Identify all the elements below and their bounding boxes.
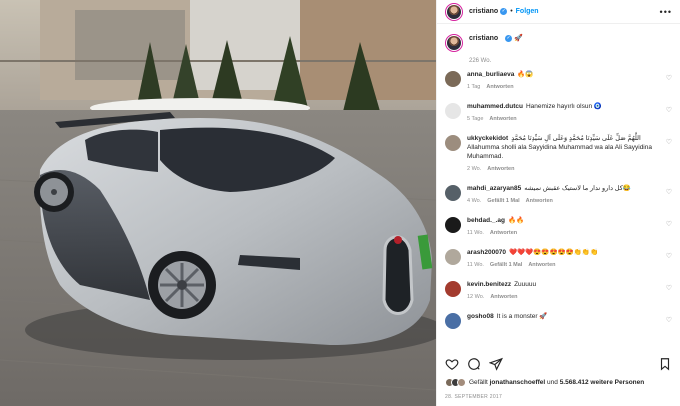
comment-username[interactable]: anna_burliaeva <box>467 71 514 78</box>
comment-like-icon[interactable]: ♡ <box>666 74 672 82</box>
comment-text: 🔥😱 <box>517 71 534 78</box>
reply-button[interactable]: Antworten <box>489 116 516 122</box>
comment-like-icon[interactable]: ♡ <box>666 138 672 146</box>
comment-username[interactable]: kevin.benitezz <box>467 281 511 288</box>
comment-item: behdad._.ag 🔥🔥 11 Wo. Antworten ♡ <box>445 216 672 238</box>
caption-body: cristiano ✓ 🚀 226 Wo. <box>469 34 523 66</box>
comment-avatar[interactable] <box>445 103 461 119</box>
comment-item: mahdi_azaryan85 کل دارو ندار ما لاستیک عق… <box>445 184 672 206</box>
comment-avatar[interactable] <box>445 185 461 201</box>
comment-text: 🔥🔥 <box>507 217 525 224</box>
comment-time: 11 Wo. <box>467 230 484 236</box>
reply-button[interactable]: Antworten <box>486 84 513 90</box>
comment-time: 12 Wo. <box>467 294 485 300</box>
more-horizontal-icon[interactable]: ••• <box>660 7 672 17</box>
comment-avatar[interactable] <box>445 281 461 297</box>
post-sidebar: cristiano ✓ • Folgen ••• cristiano ✓ 🚀 2… <box>436 0 680 406</box>
comment-username[interactable]: arash200070 <box>467 249 506 256</box>
comment-item: anna_burliaeva 🔥😱 1 Tag Antworten ♡ <box>445 70 672 92</box>
share-icon[interactable] <box>489 357 503 371</box>
profile-avatar[interactable] <box>445 2 463 21</box>
comment-avatar[interactable] <box>445 249 461 265</box>
comment-like-icon[interactable]: ♡ <box>666 316 672 324</box>
comment-likes-count[interactable]: Gefällt 1 Mal <box>487 198 519 204</box>
verified-badge-icon: ✓ <box>500 8 508 15</box>
comment-like-icon[interactable]: ♡ <box>666 106 672 114</box>
header-username[interactable]: cristiano <box>469 8 498 15</box>
comment-avatar[interactable] <box>445 217 461 233</box>
bugatti-car-image <box>0 0 436 406</box>
comment-time: 5 Tage <box>467 116 484 122</box>
comment-time: 11 Wo. <box>467 262 484 268</box>
liker-avatar[interactable] <box>457 378 466 387</box>
bookmark-icon[interactable] <box>658 357 672 371</box>
likes-user[interactable]: jonathanschoeffel <box>490 379 546 386</box>
post-photo[interactable] <box>0 0 436 406</box>
comment-like-icon[interactable]: ♡ <box>666 284 672 292</box>
heart-icon[interactable] <box>445 357 459 371</box>
comment-avatar[interactable] <box>445 71 461 87</box>
comment-item: gosho08 It is a monster 🚀 ♡ <box>445 312 672 329</box>
likes-prefix: Gefällt <box>469 379 490 386</box>
reply-button[interactable]: Antworten <box>490 294 517 300</box>
post-actions <box>445 356 672 372</box>
comment-avatar[interactable] <box>445 313 461 329</box>
comment-username[interactable]: gosho08 <box>467 313 494 320</box>
comment-avatar[interactable] <box>445 135 461 151</box>
comment-like-icon[interactable]: ♡ <box>666 188 672 196</box>
comments-list[interactable]: cristiano ✓ 🚀 226 Wo. anna_burliaeva 🔥😱 1… <box>437 28 680 350</box>
comment-text: It is a monster 🚀 <box>496 313 548 320</box>
comment-time: 2 Wo. <box>467 166 482 172</box>
likes-middle: und <box>545 379 560 386</box>
comment-text: ❤️❤️❤️😍😍😍😍😍👏👏👏 <box>509 249 599 256</box>
comment-time: 1 Tag <box>467 84 481 90</box>
caption-avatar[interactable] <box>445 34 463 52</box>
post-header: cristiano ✓ • Folgen ••• <box>437 0 680 24</box>
comment-item: ukkyckekidot اللَّهُمَّ صَلِّ عَلَى سَيِّ… <box>445 134 672 174</box>
comment-icon[interactable] <box>467 357 481 371</box>
reply-button[interactable]: Antworten <box>490 230 517 236</box>
comment-item: kevin.benitezz Zuuuuu 12 Wo. Antworten ♡ <box>445 280 672 302</box>
comment-like-icon[interactable]: ♡ <box>666 252 672 260</box>
reply-button[interactable]: Antworten <box>526 198 553 204</box>
likes-summary: Gefällt jonathanschoeffel und 5.568.412 … <box>445 378 672 387</box>
follow-button[interactable]: Folgen <box>516 8 539 15</box>
verified-badge-icon: ✓ <box>505 34 513 42</box>
comment-time: 4 Wo. <box>467 198 482 204</box>
comment-username[interactable]: ukkyckekidot <box>467 135 508 142</box>
reply-button[interactable]: Antworten <box>487 166 514 172</box>
caption-username[interactable]: cristiano <box>469 35 498 42</box>
comment-item: arash200070 ❤️❤️❤️😍😍😍😍😍👏👏👏 11 Wo. Gefällt … <box>445 248 672 270</box>
comment-username[interactable]: mahdi_azaryan85 <box>467 185 521 192</box>
comment-text: Hanemize hayırlı olsun 🧿 <box>525 103 602 110</box>
reply-button[interactable]: Antworten <box>528 262 555 268</box>
post-date[interactable]: 28. SEPTEMBER 2017 <box>445 394 502 400</box>
comment-text: کل دارو ندار ما لاستیک عقبش نمیشه😂 <box>524 185 631 192</box>
comment-username[interactable]: behdad._.ag <box>467 217 505 224</box>
comment-text: Zuuuuu <box>514 281 537 288</box>
caption-text: 🚀 <box>514 35 523 42</box>
comment-likes-count[interactable]: Gefällt 1 Mal <box>490 262 522 268</box>
header-dot: • <box>510 8 513 15</box>
likes-count[interactable]: 5.568.412 weitere Personen <box>560 379 645 386</box>
comment-like-icon[interactable]: ♡ <box>666 220 672 228</box>
comment-username[interactable]: muhammed.dutcu <box>467 103 523 110</box>
comment-item: muhammed.dutcu Hanemize hayırlı olsun 🧿 5… <box>445 102 672 124</box>
caption-time: 226 Wo. <box>469 58 492 64</box>
post-caption: cristiano ✓ 🚀 226 Wo. <box>445 34 672 66</box>
